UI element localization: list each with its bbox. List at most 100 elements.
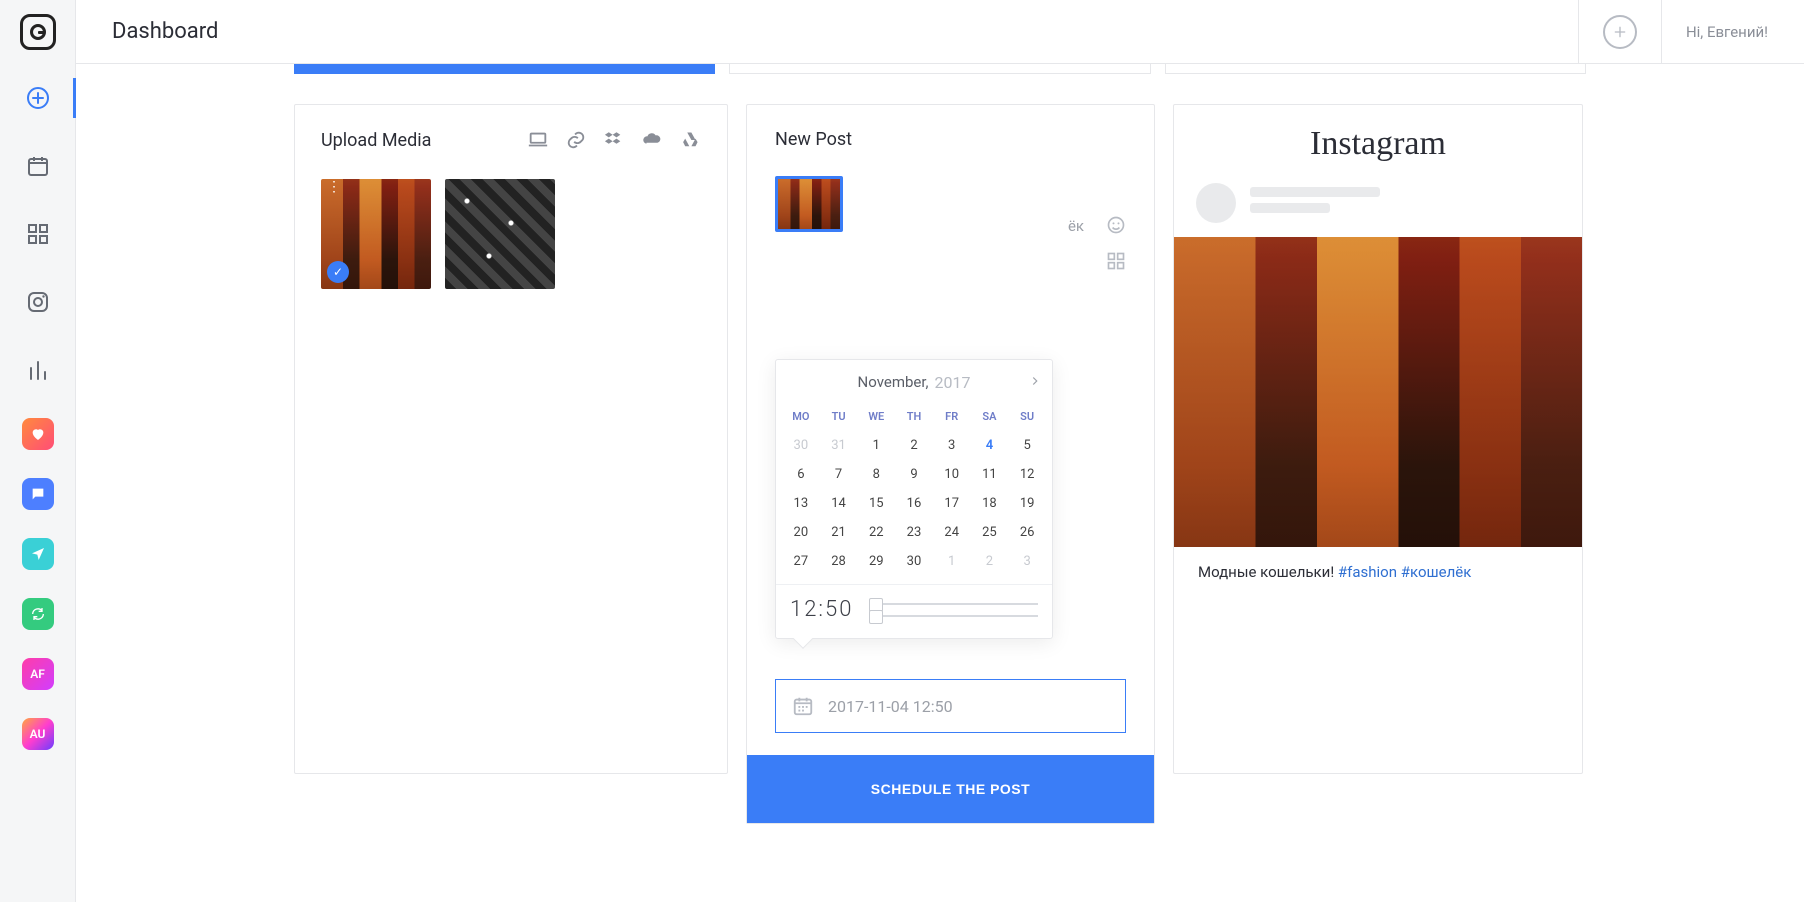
datepicker-month: November, <box>858 373 929 391</box>
datepicker-day[interactable]: 8 <box>857 460 895 489</box>
add-account-button[interactable] <box>1603 15 1637 49</box>
plus-icon <box>1612 24 1628 40</box>
chevron-right-icon <box>1028 374 1042 388</box>
header-divider <box>1661 0 1662 64</box>
datepicker-day[interactable]: 23 <box>895 518 933 547</box>
upload-title: Upload Media <box>321 130 431 151</box>
new-post-panel: New Post ёк November, 2017 <box>746 104 1155 824</box>
datepicker-day[interactable]: 29 <box>857 547 895 576</box>
datepicker-day[interactable]: 5 <box>1008 431 1046 460</box>
datepicker-day[interactable]: 26 <box>1008 518 1046 547</box>
schedule-datetime-field[interactable]: 2017-11-04 12:50 <box>775 679 1126 733</box>
app-logo[interactable] <box>20 14 56 50</box>
preview-avatar <box>1196 183 1236 223</box>
preview-panel: Instagram Модные кошельки! #fashion #кош… <box>1173 104 1583 774</box>
datepicker-day[interactable]: 4 <box>971 431 1009 460</box>
selected-media-thumb[interactable] <box>775 176 843 232</box>
nav-refresh[interactable] <box>22 598 54 630</box>
datepicker-grid: MOTUWETHFRSASU30311234567891011121314151… <box>776 404 1052 584</box>
datepicker-day[interactable]: 14 <box>820 489 858 518</box>
account-tab[interactable] <box>294 64 715 74</box>
nav-direct[interactable] <box>22 538 54 570</box>
media-thumbnail[interactable] <box>445 179 555 289</box>
thumb-selected-icon: ✓ <box>327 261 349 283</box>
media-thumbnail[interactable]: ⋮ ✓ <box>321 179 431 289</box>
nav-calendar[interactable] <box>18 146 58 186</box>
nav-comments[interactable] <box>22 478 54 510</box>
datepicker-day[interactable]: 18 <box>971 489 1009 518</box>
nav-au[interactable]: AU <box>22 718 54 750</box>
datepicker-day[interactable]: 28 <box>820 547 858 576</box>
datepicker-day[interactable]: 15 <box>857 489 895 518</box>
datepicker-dow: FR <box>933 404 971 431</box>
dropbox-icon[interactable] <box>603 129 625 151</box>
schedule-post-button[interactable]: SCHEDULE THE POST <box>747 755 1154 823</box>
google-drive-icon[interactable] <box>679 129 701 151</box>
bar-chart-icon <box>26 358 50 382</box>
datepicker-day[interactable]: 27 <box>782 547 820 576</box>
datepicker-day[interactable]: 6 <box>782 460 820 489</box>
account-tab[interactable] <box>1165 64 1586 74</box>
instagram-icon <box>26 290 50 314</box>
thumb-menu-icon[interactable]: ⋮ <box>327 185 341 189</box>
datepicker-day[interactable]: 17 <box>933 489 971 518</box>
datepicker-day[interactable]: 13 <box>782 489 820 518</box>
link-icon[interactable] <box>565 129 587 151</box>
plus-circle-icon <box>26 86 50 110</box>
datepicker-day[interactable]: 7 <box>820 460 858 489</box>
datepicker-day[interactable]: 12 <box>1008 460 1046 489</box>
hour-slider[interactable] <box>869 603 1038 605</box>
calendar-icon <box>26 154 50 178</box>
nav-stats[interactable] <box>18 350 58 390</box>
calendar-icon <box>792 695 814 717</box>
grid-icon <box>26 222 50 246</box>
nav-create[interactable] <box>18 78 58 118</box>
datepicker-next-button[interactable] <box>1028 373 1042 392</box>
datepicker-day[interactable]: 11 <box>971 460 1009 489</box>
datepicker-day[interactable]: 30 <box>895 547 933 576</box>
datepicker-popover: November, 2017 MOTUWETHFRSASU30311234567… <box>775 359 1053 639</box>
datepicker-day[interactable]: 22 <box>857 518 895 547</box>
datepicker-year: 2017 <box>934 373 970 392</box>
datepicker-day[interactable]: 21 <box>820 518 858 547</box>
datepicker-day[interactable]: 3 <box>933 431 971 460</box>
instagram-logo: Instagram <box>1174 125 1582 163</box>
datepicker-day[interactable]: 2 <box>895 431 933 460</box>
datepicker-day[interactable]: 25 <box>971 518 1009 547</box>
datepicker-day[interactable]: 24 <box>933 518 971 547</box>
refresh-icon <box>30 606 46 622</box>
chat-icon <box>30 486 46 502</box>
page-title: Dashboard <box>112 19 218 44</box>
hashtag-grid-icon[interactable] <box>1106 251 1126 271</box>
preview-caption: Модные кошельки! #fashion #кошелёк <box>1174 547 1582 597</box>
datepicker-day: 3 <box>1008 547 1046 576</box>
laptop-icon[interactable] <box>527 129 549 151</box>
datepicker-day[interactable]: 9 <box>895 460 933 489</box>
preview-caption-text: Модные кошельки! <box>1198 563 1338 581</box>
caption-visible-text: ёк <box>1068 217 1084 235</box>
minute-slider[interactable] <box>869 615 1038 617</box>
emoji-icon[interactable] <box>1106 215 1126 235</box>
nav-likes[interactable] <box>22 418 54 450</box>
datepicker-day[interactable]: 10 <box>933 460 971 489</box>
header: Dashboard Hi, Евгений! <box>76 0 1804 64</box>
account-tab[interactable] <box>729 64 1150 74</box>
onedrive-icon[interactable] <box>641 129 663 151</box>
nav-grid[interactable] <box>18 214 58 254</box>
preview-hashtag[interactable]: #fashion <box>1338 563 1397 581</box>
datepicker-day[interactable]: 20 <box>782 518 820 547</box>
nav-instagram[interactable] <box>18 282 58 322</box>
datepicker-day[interactable]: 19 <box>1008 489 1046 518</box>
main-area: Dashboard Hi, Евгений! Upload Media <box>76 0 1804 902</box>
sidebar: AF AU <box>0 0 76 902</box>
datepicker-day[interactable]: 16 <box>895 489 933 518</box>
datepicker-day[interactable]: 1 <box>857 431 895 460</box>
nav-af[interactable]: AF <box>22 658 54 690</box>
datepicker-day: 31 <box>820 431 858 460</box>
preview-hashtag[interactable]: #кошелёк <box>1401 563 1472 581</box>
greeting[interactable]: Hi, Евгений! <box>1686 23 1768 41</box>
datepicker-dow: WE <box>857 404 895 431</box>
header-divider <box>1578 0 1579 64</box>
datepicker-dow: SA <box>971 404 1009 431</box>
datepicker-time: 12:50 <box>790 597 853 622</box>
